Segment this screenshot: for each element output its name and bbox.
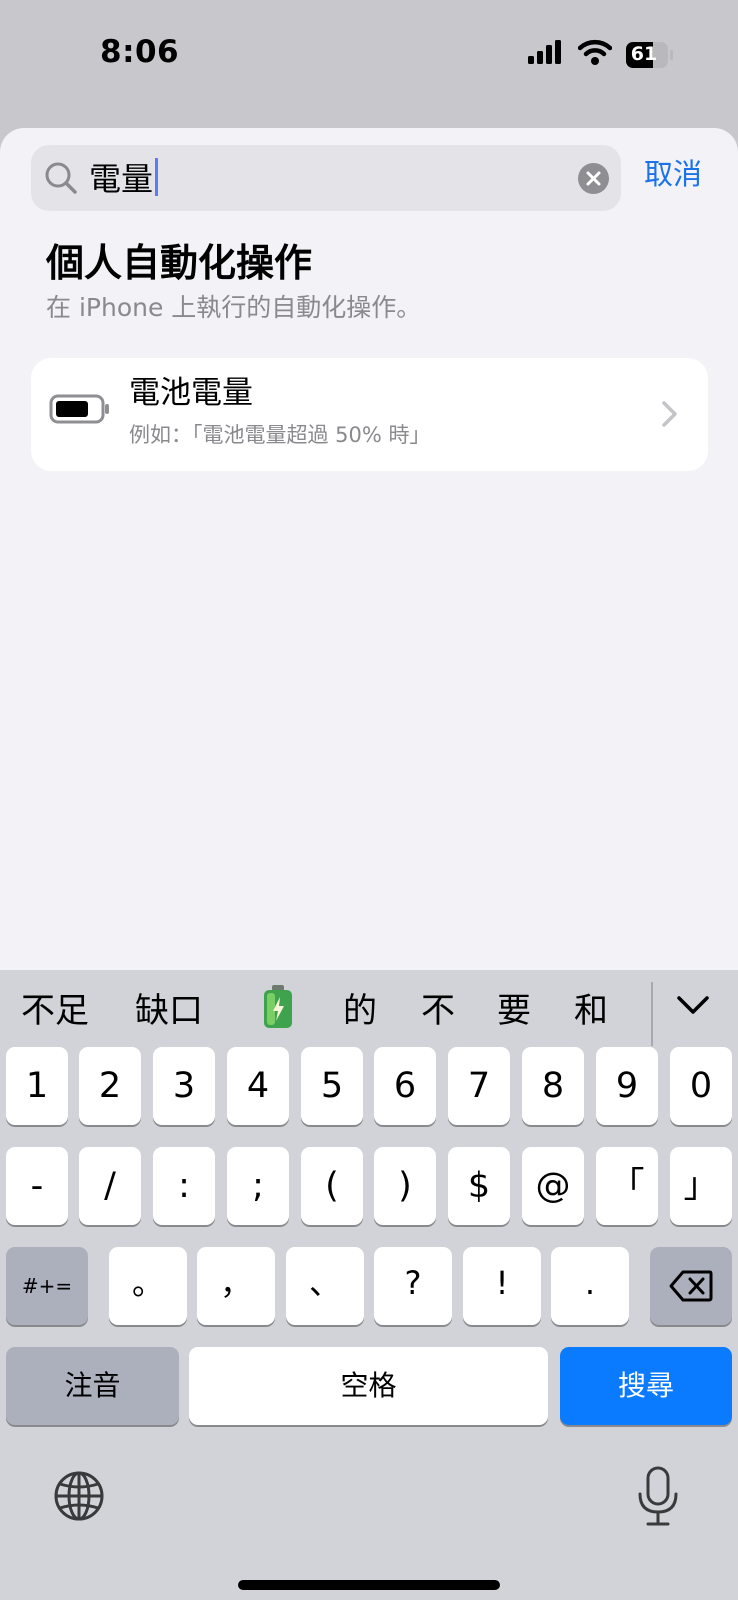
clear-text-button[interactable] [578,163,609,194]
globe-icon[interactable] [53,1470,105,1522]
key-more-symbols[interactable]: #+= [6,1247,88,1325]
zhuyin-mode-button[interactable]: 注音 [6,1347,179,1425]
chevron-right-icon [662,401,677,427]
key-6[interactable]: 6 [374,1047,436,1125]
key-close-paren[interactable]: ) [374,1147,436,1225]
key-ideographic-comma[interactable]: 、 [286,1247,364,1325]
status-bar: 8:06 61 [0,0,738,110]
result-item-battery-level[interactable]: 電池電量 例如：「電池電量超過 50% 時」 [31,358,708,471]
key-4[interactable]: 4 [227,1047,289,1125]
search-sheet: 電量 取消 個人自動化操作 在 iPhone 上執行的自動化操作。 電池電量 例… [0,128,738,970]
candidate-word[interactable]: 缺口 [135,986,203,1036]
key-exclamation[interactable]: ! [463,1247,541,1325]
result-title: 電池電量 [129,375,253,411]
candidate-battery-emoji[interactable] [261,984,295,1044]
battery-percentage: 61 [630,43,658,65]
home-indicator [238,1580,500,1590]
key-open-paren[interactable]: ( [301,1147,363,1225]
key-dollar[interactable]: $ [448,1147,510,1225]
candidate-word[interactable]: 要 [497,986,531,1036]
cellular-signal-icon [528,40,561,64]
section-subtitle: 在 iPhone 上執行的自動化操作。 [46,293,422,322]
key-9[interactable]: 9 [596,1047,658,1125]
key-3[interactable]: 3 [153,1047,215,1125]
key-0[interactable]: 0 [670,1047,732,1125]
backspace-icon [669,1270,713,1302]
candidate-bar: 不足 缺口 的 不 要 和 [0,970,738,1056]
search-button[interactable]: 搜尋 [560,1347,732,1425]
close-icon [586,171,601,186]
key-8[interactable]: 8 [522,1047,584,1125]
search-icon [45,162,77,194]
candidate-word[interactable]: 不足 [21,986,89,1036]
key-1[interactable]: 1 [6,1047,68,1125]
key-question[interactable]: ? [374,1247,452,1325]
search-query: 電量 [89,158,159,199]
status-time: 8:06 [100,34,180,70]
key-slash[interactable]: / [79,1147,141,1225]
key-close-corner-bracket[interactable]: 」 [670,1147,732,1225]
battery-icon [49,394,109,424]
key-semicolon[interactable]: ; [227,1147,289,1225]
wifi-icon [578,39,612,65]
key-open-corner-bracket[interactable]: 「 [596,1147,658,1225]
battery-emoji-icon [264,985,292,1028]
search-input[interactable]: 電量 [31,145,621,211]
key-fullwidth-comma[interactable]: ， [197,1247,275,1325]
space-key[interactable]: 空格 [189,1347,548,1425]
key-hyphen[interactable]: - [6,1147,68,1225]
text-cursor [155,158,159,196]
delete-button[interactable] [650,1247,732,1325]
chevron-down-icon[interactable] [676,994,710,1016]
candidate-word[interactable]: 的 [343,986,377,1036]
key-7[interactable]: 7 [448,1047,510,1125]
cancel-button[interactable]: 取消 [644,154,702,194]
key-at[interactable]: @ [522,1147,584,1225]
key-5[interactable]: 5 [301,1047,363,1125]
key-colon[interactable]: : [153,1147,215,1225]
section-title: 個人自動化操作 [46,241,313,285]
keyboard: 不足 缺口 的 不 要 和 1 2 3 4 5 6 7 8 9 0 - / : … [0,970,738,1600]
candidate-divider [651,982,653,1046]
candidate-word[interactable]: 不 [421,986,455,1036]
key-2[interactable]: 2 [79,1047,141,1125]
microphone-icon[interactable] [636,1466,680,1528]
result-description: 例如：「電池電量超過 50% 時」 [129,423,431,447]
key-period[interactable]: . [551,1247,629,1325]
key-ideographic-period[interactable]: 。 [109,1247,187,1325]
candidate-word[interactable]: 和 [574,986,608,1036]
